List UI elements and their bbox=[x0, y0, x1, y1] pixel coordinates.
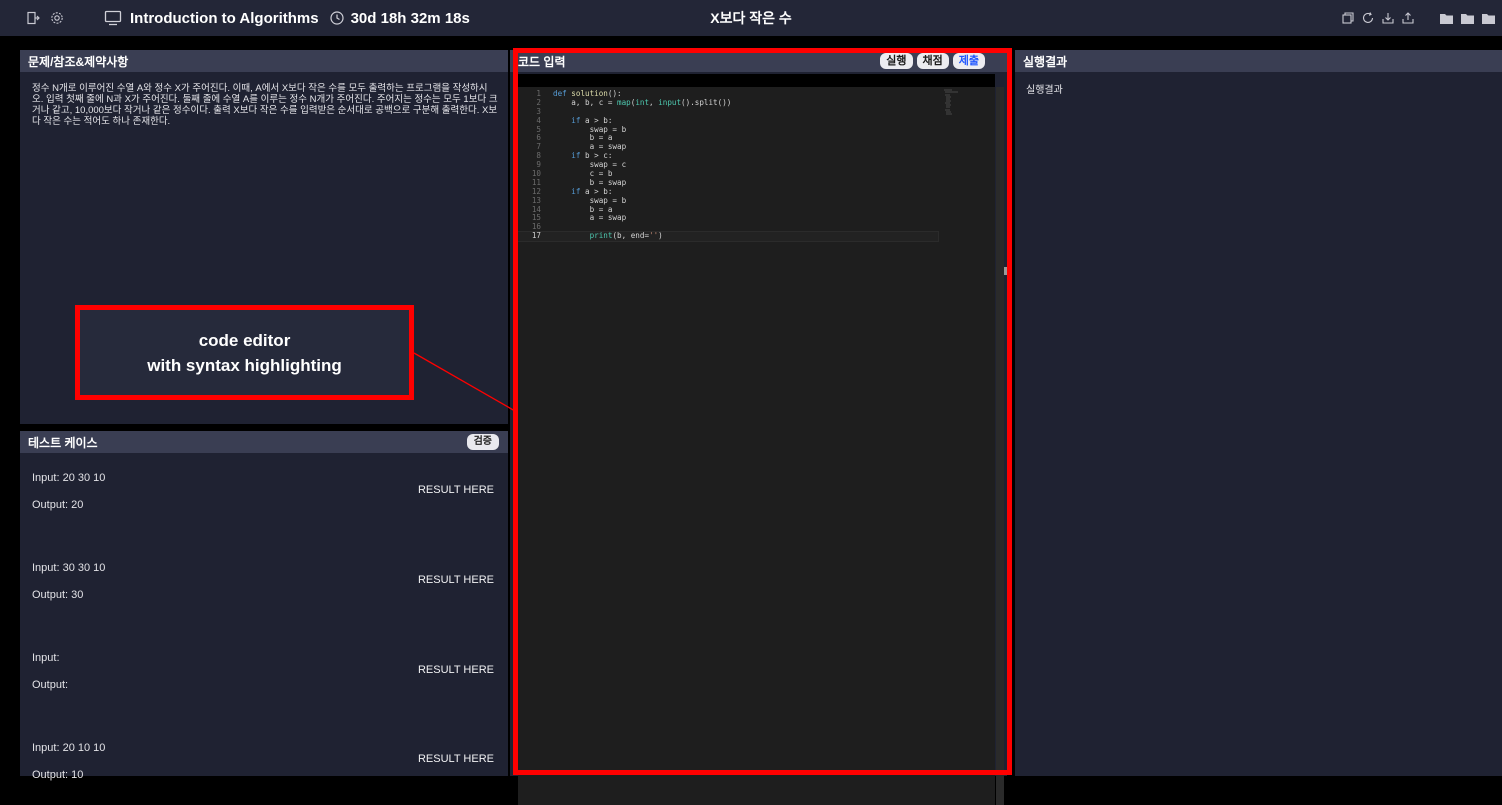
top-bar: Introduction to Algorithms 30d 18h 32m 1… bbox=[0, 0, 1502, 36]
code-text[interactable]: def solution(): bbox=[553, 89, 622, 98]
testcase-output: Output: bbox=[32, 679, 69, 691]
testcase-item: Input: Output: bbox=[32, 652, 68, 691]
testcases-panel: 테스트 케이스 검증 Input: 20 30 10 Output: 20 RE… bbox=[20, 431, 508, 781]
code-text[interactable]: a = swap bbox=[553, 213, 627, 223]
minimap[interactable] bbox=[943, 88, 959, 116]
editor-title: 코드 입력 bbox=[518, 54, 566, 69]
top-bar-right bbox=[1341, 0, 1496, 36]
timer-icon bbox=[329, 10, 345, 26]
editor-top-strip bbox=[518, 74, 995, 87]
folder-icon[interactable] bbox=[1439, 12, 1454, 25]
testcase-output: Output: 10 bbox=[32, 769, 84, 781]
editor-panel-header: 코드 입력 실행 채점 제출 bbox=[510, 50, 1007, 72]
folder-icon[interactable] bbox=[1460, 12, 1475, 25]
verify-button[interactable]: 검증 bbox=[466, 434, 499, 450]
editor-actions: 실행 채점 제출 bbox=[880, 53, 985, 69]
problem-description: 정수 N개로 이루어진 수열 A와 정수 X가 주어진다. 이때, A에서 X보… bbox=[32, 83, 498, 127]
submit-button[interactable]: 제출 bbox=[952, 53, 985, 69]
code-text[interactable]: swap = b bbox=[553, 125, 627, 134]
annotation-line-2: with syntax highlighting bbox=[147, 355, 342, 375]
code-line[interactable]: 17 print(b, end='') bbox=[517, 231, 939, 243]
testcase-item: Input: 20 30 10 Output: 20 bbox=[32, 472, 105, 511]
code-text[interactable]: if a > b: bbox=[553, 187, 612, 196]
code-text[interactable]: c = b bbox=[553, 169, 613, 178]
code-editor[interactable]: 1 def solution(): 2 a, b, c = map(int, inp… bbox=[517, 74, 1007, 805]
testcase-input: Input: 20 30 10 bbox=[32, 472, 106, 484]
refresh-icon[interactable] bbox=[1361, 11, 1375, 25]
testcase-result: RESULT HERE bbox=[417, 484, 494, 496]
code-text[interactable]: a = swap bbox=[553, 142, 627, 151]
result-panel-header: 실행결과 bbox=[1015, 50, 1502, 72]
annotation-line-1: code editor bbox=[198, 330, 291, 350]
result-panel: 실행결과 실행결과 bbox=[1015, 50, 1502, 776]
editor-panel: 코드 입력 실행 채점 제출 1 def solution(): 2 a, b, c… bbox=[510, 50, 1007, 805]
monitor-icon bbox=[104, 10, 122, 26]
code-text[interactable]: swap = b bbox=[553, 196, 627, 205]
code-text[interactable]: a, b, c = map(int, input().split()) bbox=[553, 98, 731, 107]
testcase-item: Input: 30 30 10 Output: 30 bbox=[32, 562, 105, 601]
testcases-panel-header: 테스트 케이스 검증 bbox=[20, 431, 508, 453]
result-output: 실행결과 bbox=[1026, 85, 1063, 96]
testcases-title: 테스트 케이스 bbox=[28, 435, 98, 450]
code-text[interactable]: b = a bbox=[553, 133, 613, 143]
editor-scrollbar[interactable] bbox=[996, 87, 1004, 805]
line-number: 17 bbox=[531, 231, 541, 241]
folder-icon[interactable] bbox=[1481, 12, 1496, 25]
course-title: Introduction to Algorithms bbox=[130, 9, 319, 27]
testcase-output: Output: 30 bbox=[32, 589, 84, 601]
testcase-result: RESULT HERE bbox=[417, 753, 494, 765]
top-bar-left: Introduction to Algorithms 30d 18h 32m 1… bbox=[26, 0, 470, 36]
testcase-result: RESULT HERE bbox=[417, 664, 494, 676]
code-text[interactable]: b = a bbox=[553, 205, 613, 214]
code-text[interactable]: if a > b: bbox=[553, 116, 612, 125]
timer-text: 30d 18h 32m 18s bbox=[350, 9, 470, 27]
code-text[interactable]: print(b, end='') bbox=[553, 231, 663, 240]
copy-icon[interactable] bbox=[1341, 11, 1355, 25]
download-icon[interactable] bbox=[1381, 11, 1395, 25]
testcase-item: Input: 20 10 10 Output: 10 bbox=[32, 742, 105, 781]
exit-icon[interactable] bbox=[26, 11, 40, 25]
editor-scroll-thumb[interactable] bbox=[1004, 267, 1007, 275]
code-text[interactable]: b = swap bbox=[553, 178, 627, 187]
problem-panel-header: 문제/참조&제약사항 bbox=[20, 50, 508, 72]
code-text[interactable]: swap = c bbox=[553, 160, 627, 169]
settings-icon[interactable] bbox=[50, 11, 64, 25]
code-line[interactable]: 15 a = swap bbox=[518, 214, 938, 223]
testcase-output: Output: 20 bbox=[32, 499, 84, 511]
testcase-result: RESULT HERE bbox=[417, 574, 494, 586]
annotation-callout: code editor with syntax highlighting bbox=[75, 305, 414, 400]
upload-icon[interactable] bbox=[1401, 11, 1415, 25]
code-line[interactable]: 2 a, b, c = map(int, input().split()) bbox=[518, 98, 938, 108]
testcase-input: Input: 20 10 10 bbox=[32, 742, 106, 754]
run-button[interactable]: 실행 bbox=[880, 53, 913, 69]
testcase-input: Input: 30 30 10 bbox=[32, 562, 106, 574]
code-text[interactable]: if b > c: bbox=[553, 151, 612, 160]
testcase-input: Input: bbox=[32, 652, 60, 664]
grade-button[interactable]: 채점 bbox=[916, 53, 949, 69]
code-lines[interactable]: 1 def solution(): 2 a, b, c = map(int, inp… bbox=[517, 89, 939, 243]
